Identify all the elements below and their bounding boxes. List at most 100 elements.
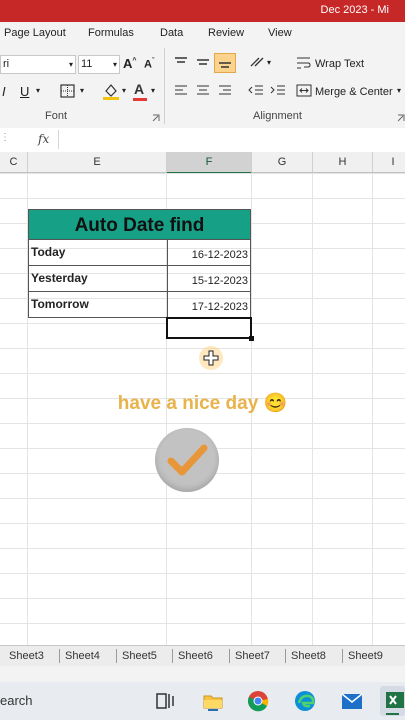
tab-divider xyxy=(59,649,60,663)
table-row[interactable]: Tomorrow 17-12-2023 xyxy=(28,292,251,318)
chevron-down-icon[interactable]: ▾ xyxy=(122,86,126,95)
column-header-e[interactable]: E xyxy=(28,152,167,172)
tab-divider xyxy=(229,649,230,663)
overlay-message: have a nice day 😊 xyxy=(117,393,288,414)
sheet-tab[interactable]: Sheet3 xyxy=(9,646,44,666)
tab-divider xyxy=(342,649,343,663)
row-date-value: 15-12-2023 xyxy=(191,275,248,287)
font-color-icon[interactable]: A xyxy=(134,81,144,97)
sheet-tab[interactable]: Sheet5 xyxy=(122,646,157,666)
active-cell[interactable] xyxy=(166,317,254,341)
sheet-tab[interactable]: Sheet8 xyxy=(291,646,326,666)
title-bar: Dec 2023 - Mi xyxy=(0,0,405,22)
column-header-f[interactable]: F xyxy=(167,152,252,174)
chevron-down-icon[interactable]: ▾ xyxy=(151,86,155,95)
formula-input[interactable] xyxy=(58,130,405,149)
formula-bar-divider-icon: ⋮ xyxy=(0,132,10,143)
row-label: Today xyxy=(31,245,66,259)
chevron-down-icon: ▾ xyxy=(112,60,117,69)
bottom-align-button[interactable] xyxy=(214,53,236,73)
sheet-tab[interactable]: Sheet9 xyxy=(348,646,383,666)
taskbar-search[interactable]: earch xyxy=(0,693,33,708)
chrome-icon[interactable] xyxy=(247,690,269,712)
active-indicator xyxy=(386,713,399,715)
mouse-cursor-highlight xyxy=(199,346,223,370)
underline-button[interactable]: U xyxy=(20,84,29,99)
table-row[interactable]: Today 16-12-2023 xyxy=(28,240,251,266)
tab-data[interactable]: Data xyxy=(160,27,183,39)
wrap-text-icon[interactable] xyxy=(296,56,312,70)
column-header-g[interactable]: G xyxy=(252,152,313,172)
fill-color-icon[interactable] xyxy=(102,82,120,100)
table-row[interactable]: Yesterday 15-12-2023 xyxy=(28,266,251,292)
checkmark-icon xyxy=(167,444,208,476)
status-bar xyxy=(0,666,405,682)
row-date-value: 16-12-2023 xyxy=(191,249,248,261)
taskbar: earch xyxy=(0,682,405,720)
wrap-text-button[interactable]: Wrap Text xyxy=(315,58,364,70)
sheet-tab[interactable]: Sheet6 xyxy=(178,646,213,666)
font-name-select[interactable]: ri ▾ xyxy=(0,55,76,74)
borders-icon[interactable] xyxy=(60,84,76,98)
row-label: Yesterday xyxy=(31,271,88,285)
alignment-group-label: Alignment xyxy=(253,110,302,122)
column-header-h[interactable]: H xyxy=(313,152,373,172)
font-size-value: 11 xyxy=(81,58,93,70)
tab-page-layout[interactable]: Page Layout xyxy=(4,27,66,39)
decrease-indent-icon[interactable] xyxy=(248,84,264,96)
cell-divider xyxy=(167,266,168,291)
tab-formulas[interactable]: Formulas xyxy=(88,27,134,39)
ribbon-tabs: Page Layout Formulas Data Review View xyxy=(0,22,405,44)
italic-button[interactable]: I xyxy=(2,84,6,99)
tab-divider xyxy=(116,649,117,663)
middle-align-icon[interactable] xyxy=(196,56,210,68)
cell-divider xyxy=(167,292,168,317)
formula-bar: ⋮ fx xyxy=(0,128,405,153)
chevron-down-icon[interactable]: ▾ xyxy=(80,86,84,95)
font-color-swatch xyxy=(133,98,147,101)
orientation-icon[interactable] xyxy=(249,56,267,68)
column-header-c[interactable]: C xyxy=(0,152,28,172)
top-align-icon[interactable] xyxy=(174,56,188,68)
crosshair-cursor-icon xyxy=(203,350,219,366)
group-divider xyxy=(164,48,165,124)
sheet-tab[interactable]: Sheet4 xyxy=(65,646,100,666)
chevron-down-icon[interactable]: ▾ xyxy=(397,86,401,95)
merge-center-icon[interactable] xyxy=(296,84,312,97)
task-view-icon[interactable] xyxy=(155,691,175,711)
sheet-tabs: Sheet3 Sheet4 Sheet5 Sheet6 Sheet7 Sheet… xyxy=(0,645,405,666)
font-size-select[interactable]: 11 ▾ xyxy=(78,55,120,74)
dialog-launcher-icon[interactable] xyxy=(397,114,405,122)
chevron-down-icon[interactable]: ▾ xyxy=(267,58,271,67)
cell-divider xyxy=(167,240,168,265)
chevron-down-icon: ▾ xyxy=(68,60,73,69)
increase-indent-icon[interactable] xyxy=(270,84,286,96)
table-title-cell[interactable]: Auto Date find xyxy=(28,209,251,240)
mail-icon[interactable] xyxy=(340,690,364,712)
column-header-i[interactable]: I xyxy=(373,152,405,172)
bottom-align-icon xyxy=(219,62,231,68)
align-center-icon[interactable] xyxy=(196,84,210,96)
column-headers: C E F G H I xyxy=(0,152,405,174)
edge-icon[interactable] xyxy=(294,690,316,712)
tab-divider xyxy=(172,649,173,663)
chevron-down-icon[interactable]: ▾ xyxy=(36,86,40,95)
row-date-value: 17-12-2023 xyxy=(191,301,248,313)
decrease-font-size-icon[interactable]: Aˇ xyxy=(144,58,154,71)
sheet-tab[interactable]: Sheet7 xyxy=(235,646,270,666)
align-right-icon[interactable] xyxy=(218,84,232,96)
font-name-value: ri xyxy=(3,58,10,70)
excel-icon xyxy=(386,692,404,708)
align-left-icon[interactable] xyxy=(174,84,188,96)
increase-font-size-icon[interactable]: A^ xyxy=(123,56,136,71)
taskbar-excel-active[interactable] xyxy=(380,686,405,716)
row-label: Tomorrow xyxy=(31,297,89,311)
file-explorer-icon[interactable] xyxy=(202,690,224,712)
function-icon[interactable]: fx xyxy=(38,132,49,146)
font-group-label: Font xyxy=(45,110,68,122)
merge-center-button[interactable]: Merge & Center xyxy=(315,86,393,98)
tab-view[interactable]: View xyxy=(268,27,292,39)
tab-review[interactable]: Review xyxy=(208,27,244,39)
tab-divider xyxy=(285,649,286,663)
dialog-launcher-icon[interactable] xyxy=(152,114,160,122)
